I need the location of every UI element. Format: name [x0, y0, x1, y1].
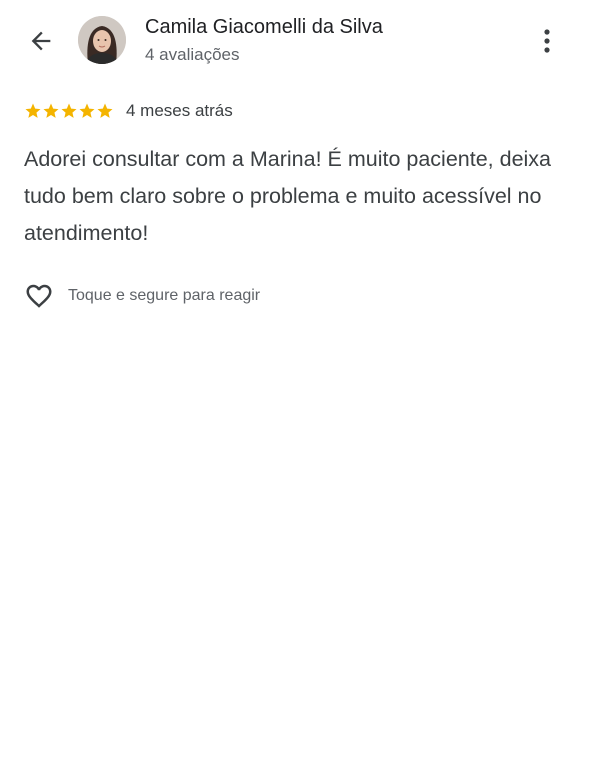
arrow-back-icon	[31, 31, 51, 51]
review-date: 4 meses atrás	[126, 101, 233, 120]
react-button[interactable]: Toque e segure para reagir	[22, 279, 260, 313]
star-icon	[61, 103, 77, 118]
star-icon	[97, 103, 113, 118]
reviewer-review-count[interactable]: 4 avaliações	[145, 45, 240, 65]
rating-row: 4 meses atrás	[24, 99, 233, 123]
reviewer-name[interactable]: Camila Giacomelli da Silva	[145, 15, 383, 39]
more-vert-icon	[544, 29, 550, 53]
review-text: Adorei consultar com a Marina! É muito p…	[24, 147, 552, 245]
star-icon	[79, 103, 95, 118]
star-icon	[43, 103, 59, 118]
star-rating	[24, 102, 114, 120]
heart-outline-icon	[22, 280, 56, 312]
back-button[interactable]	[24, 26, 58, 56]
review-header: Camila Giacomelli da Silva 4 avaliações	[0, 0, 589, 80]
reviewer-avatar[interactable]	[78, 16, 126, 64]
more-options-button[interactable]	[533, 24, 561, 58]
star-icon	[25, 103, 41, 118]
react-label: Toque e segure para reagir	[68, 287, 261, 304]
